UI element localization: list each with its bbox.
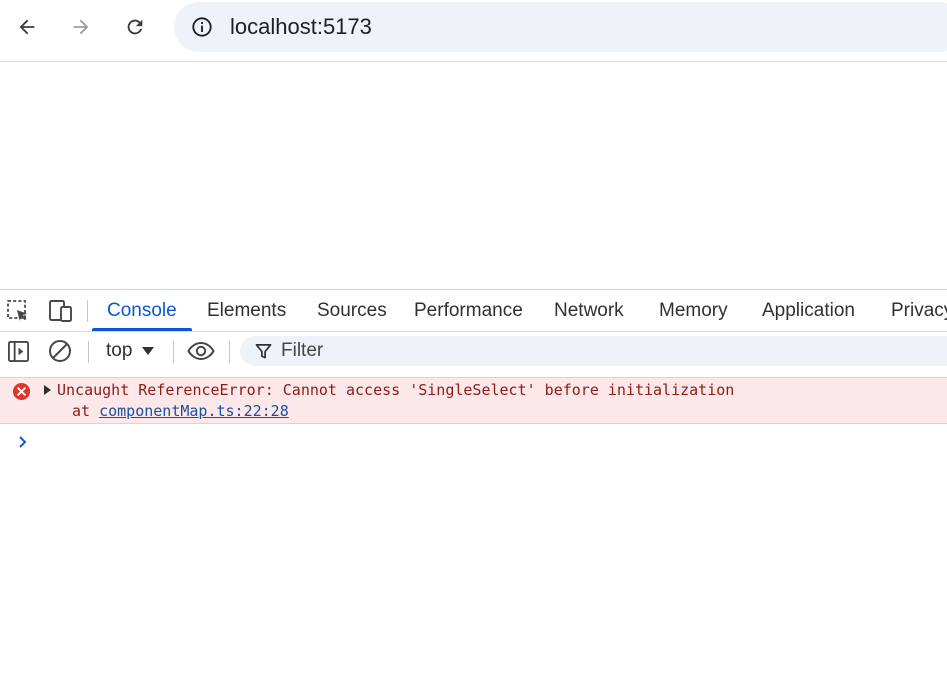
console-prompt[interactable] [17,435,29,449]
site-info-icon[interactable] [186,11,218,43]
back-arrow-icon [19,19,35,35]
tab-network[interactable]: Network [554,290,624,330]
browser-toolbar: localhost:5173 [0,0,947,56]
source-link[interactable]: componentMap.ts:22:28 [99,402,289,420]
tab-privacy[interactable]: Privacy [891,290,947,330]
console-toolbar: top Filter [0,332,947,370]
device-toolbar-button[interactable] [47,298,75,324]
chevron-right-icon [19,436,27,448]
sidebar-toggle-icon [7,340,29,362]
live-expression-eye-icon [187,341,215,361]
filter-placeholder: Filter [281,340,324,361]
error-message-text: Uncaught ReferenceError: Cannot access '… [57,381,735,399]
dropdown-caret-icon [142,347,155,355]
devtools-panel: Console Elements Sources Performance Net… [0,289,947,685]
reload-icon [127,19,143,35]
error-stack-line: at componentMap.ts:22:28 [72,401,289,421]
tab-sources[interactable]: Sources [317,290,387,330]
inspect-element-icon [7,300,27,321]
stack-at-prefix: at [72,402,100,420]
sidebar-toggle-button[interactable] [6,339,30,363]
device-toolbar-icon [49,300,72,322]
filter-input[interactable]: Filter [240,336,947,366]
error-icon [12,382,31,401]
clear-console-button[interactable] [47,338,73,364]
reload-button[interactable] [119,11,151,43]
toolbar-separator [173,341,174,363]
filter-funnel-icon [255,344,272,359]
tab-application[interactable]: Application [762,290,855,330]
expand-triangle-icon[interactable] [43,384,52,396]
console-error-message[interactable]: Uncaught ReferenceError: Cannot access '… [0,377,947,424]
url-text[interactable]: localhost:5173 [230,14,372,40]
toolbar-separator [229,341,230,363]
back-button[interactable] [11,11,43,43]
address-bar[interactable]: localhost:5173 [174,2,947,52]
forward-button[interactable] [65,11,97,43]
tab-performance[interactable]: Performance [414,290,523,330]
toolbar-separator [87,300,88,322]
context-selector-value: top [106,340,133,361]
clear-console-icon [49,340,71,362]
toolbar-separator [88,341,89,363]
tab-console[interactable]: Console [107,290,177,330]
page-viewport [0,62,947,289]
devtools-tab-bar: Console Elements Sources Performance Net… [0,290,947,332]
active-tab-indicator [92,328,192,331]
inspect-element-button[interactable] [5,298,31,324]
forward-arrow-icon [73,19,89,35]
tab-elements[interactable]: Elements [207,290,286,330]
context-selector[interactable]: top [106,338,155,364]
live-expression-button[interactable] [186,338,216,364]
tab-memory[interactable]: Memory [659,290,728,330]
